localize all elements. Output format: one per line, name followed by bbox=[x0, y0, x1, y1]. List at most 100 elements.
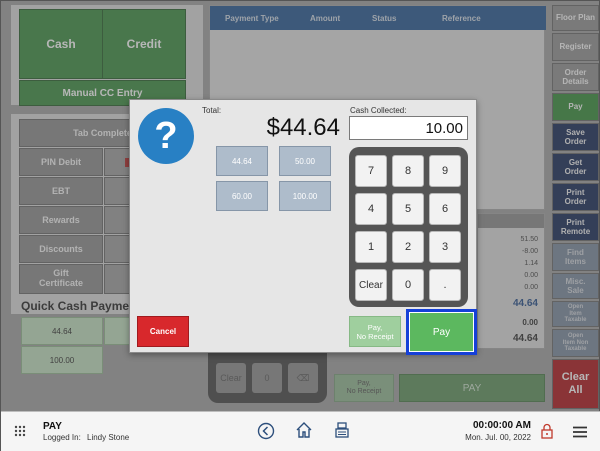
cancel-button[interactable]: Cancel bbox=[137, 316, 189, 347]
key-decimal-label: . bbox=[443, 279, 447, 291]
cash-collected-input[interactable]: 10.00 bbox=[349, 116, 468, 140]
key-clear[interactable]: Clear bbox=[355, 269, 387, 301]
key-decimal[interactable]: . bbox=[429, 269, 461, 301]
numeric-keypad: 7 8 9 4 5 6 1 2 3 Clear 0 . bbox=[349, 147, 468, 307]
quick-cash-button-2[interactable]: 100.00 bbox=[21, 346, 103, 374]
sidebar-item-find-items[interactable]: Find Items bbox=[552, 243, 599, 271]
grid-icon[interactable] bbox=[14, 424, 26, 442]
key-4[interactable]: 4 bbox=[355, 193, 387, 225]
pay-button[interactable]: Pay bbox=[406, 309, 477, 355]
sidebar-item-pay[interactable]: Pay bbox=[552, 93, 599, 121]
pay-button-face: Pay bbox=[410, 313, 473, 351]
quick-amount-2-label: 50.00 bbox=[294, 156, 316, 166]
credit-label: Credit bbox=[126, 37, 162, 51]
bg-keypad: Clear 0 ⌫ bbox=[208, 351, 327, 403]
menu-icon[interactable] bbox=[573, 425, 587, 443]
pay-dialog: ? Total: $44.64 Cash Collected: 10.00 44… bbox=[129, 99, 477, 355]
summary-paid: 0.00 bbox=[522, 318, 538, 327]
open-item-non-taxable-label: Open Item Non Taxable bbox=[562, 332, 589, 353]
tab-complete-label: Tab Complete bbox=[73, 128, 132, 138]
gift-certificate-button[interactable]: Gift Certificate bbox=[19, 264, 103, 294]
key-1[interactable]: 1 bbox=[355, 231, 387, 263]
payments-table-header: Payment Type Amount Status Reference bbox=[210, 6, 546, 30]
key-3[interactable]: 3 bbox=[429, 231, 461, 263]
lock-icon[interactable] bbox=[541, 423, 553, 444]
sidebar-item-save-order[interactable]: Save Order bbox=[552, 123, 599, 151]
credit-button[interactable]: Credit bbox=[102, 9, 186, 79]
quick-amount-button-4[interactable]: 100.00 bbox=[279, 181, 331, 211]
key-6[interactable]: 6 bbox=[429, 193, 461, 225]
key-5[interactable]: 5 bbox=[392, 193, 424, 225]
column-amount: Amount bbox=[310, 14, 341, 23]
cash-collected-value: 10.00 bbox=[425, 120, 463, 137]
quick-amount-button-3[interactable]: 60.00 bbox=[216, 181, 268, 211]
home-icon[interactable] bbox=[295, 421, 313, 444]
key-8[interactable]: 8 bbox=[392, 155, 424, 187]
summary-balance-due: 44.64 bbox=[512, 333, 538, 344]
key-0[interactable]: 0 bbox=[392, 269, 424, 301]
ebt-button[interactable]: EBT bbox=[19, 177, 103, 205]
bg-pay-no-receipt-button[interactable]: Pay, No Receipt bbox=[334, 374, 394, 402]
find-items-label: Find Items bbox=[565, 247, 586, 266]
bg-pay-label: PAY bbox=[462, 382, 482, 394]
sidebar-item-open-item-non-taxable[interactable]: Open Item Non Taxable bbox=[552, 329, 599, 357]
sidebar-item-order-details[interactable]: Order Details bbox=[552, 63, 599, 91]
sidebar-item-get-order[interactable]: Get Order bbox=[552, 153, 599, 181]
bg-pay-button[interactable]: PAY bbox=[399, 374, 545, 402]
sidebar-item-register[interactable]: Register bbox=[552, 33, 599, 61]
ebt-label: EBT bbox=[52, 186, 70, 196]
manual-cc-label: Manual CC Entry bbox=[62, 87, 143, 99]
pin-debit-button[interactable]: PIN Debit bbox=[19, 148, 103, 176]
quick-amount-button-1[interactable]: 44.64 bbox=[216, 146, 268, 176]
summary-subtotal: 51.50 bbox=[520, 236, 538, 243]
bg-clear-key[interactable]: Clear bbox=[216, 363, 246, 393]
quick-cash-1-label: 44.64 bbox=[51, 326, 73, 336]
key-9[interactable]: 9 bbox=[429, 155, 461, 187]
cancel-label: Cancel bbox=[149, 327, 177, 336]
quick-amount-1-label: 44.64 bbox=[231, 156, 253, 166]
order-summary-panel: 51.50 -8.00 1.14 0.00 0.00 44.64 0.00 44… bbox=[477, 213, 545, 349]
screen-title: PAY bbox=[43, 421, 62, 432]
pos-screen: Cash Credit Manual CC Entry Tab Complete… bbox=[0, 0, 600, 451]
bg-zero-label: 0 bbox=[264, 373, 270, 383]
bg-backspace-key[interactable]: ⌫ bbox=[288, 363, 318, 393]
pay-label: Pay bbox=[568, 102, 583, 112]
sidebar-item-floor-plan[interactable]: Floor Plan bbox=[552, 5, 599, 31]
register-icon[interactable] bbox=[333, 421, 351, 444]
key-7[interactable]: 7 bbox=[355, 155, 387, 187]
status-bar: PAY Logged In: Lindy Stone 00:00:00 AM M… bbox=[1, 411, 600, 451]
bg-zero-key[interactable]: 0 bbox=[252, 363, 282, 393]
pay-no-receipt-button[interactable]: Pay, No Receipt bbox=[349, 316, 401, 347]
quick-cash-button-1[interactable]: 44.64 bbox=[21, 317, 103, 345]
open-item-taxable-label: Open Item Taxable bbox=[564, 303, 587, 324]
key-3-label: 3 bbox=[441, 241, 449, 253]
pay-no-receipt-label: Pay, No Receipt bbox=[356, 322, 394, 341]
sidebar-item-misc-sale[interactable]: Misc. Sale bbox=[552, 273, 599, 299]
sidebar-item-print-order[interactable]: Print Order bbox=[552, 183, 599, 211]
bg-clear-label: Clear bbox=[220, 373, 242, 383]
key-0-label: 0 bbox=[404, 279, 412, 291]
key-6-label: 6 bbox=[441, 203, 449, 215]
pay-button-label: Pay bbox=[432, 326, 451, 338]
cash-button[interactable]: Cash bbox=[19, 9, 103, 79]
rewards-label: Rewards bbox=[42, 215, 80, 225]
key-9-label: 9 bbox=[441, 165, 449, 177]
gift-certificate-label: Gift Certificate bbox=[38, 268, 83, 288]
back-circle-icon[interactable] bbox=[257, 422, 275, 445]
key-2[interactable]: 2 bbox=[392, 231, 424, 263]
sidebar-item-clear-all[interactable]: Clear All bbox=[552, 359, 599, 409]
discounts-button[interactable]: Discounts bbox=[19, 235, 103, 263]
rewards-button[interactable]: Rewards bbox=[19, 206, 103, 234]
quick-amount-4-label: 100.00 bbox=[292, 191, 318, 201]
summary-discount: -8.00 bbox=[522, 248, 538, 255]
backspace-icon: ⌫ bbox=[296, 372, 310, 383]
logged-in-prefix: Logged In: bbox=[43, 433, 81, 442]
quick-amount-button-2[interactable]: 50.00 bbox=[279, 146, 331, 176]
print-order-label: Print Order bbox=[564, 187, 587, 206]
key-7-label: 7 bbox=[367, 165, 375, 177]
quick-cash-2-label: 100.00 bbox=[49, 355, 75, 365]
register-label: Register bbox=[559, 42, 592, 52]
clock-time: 00:00:00 AM bbox=[473, 420, 531, 431]
sidebar-item-open-item-taxable[interactable]: Open Item Taxable bbox=[552, 301, 599, 327]
sidebar-item-print-remote[interactable]: Print Remote bbox=[552, 213, 599, 241]
